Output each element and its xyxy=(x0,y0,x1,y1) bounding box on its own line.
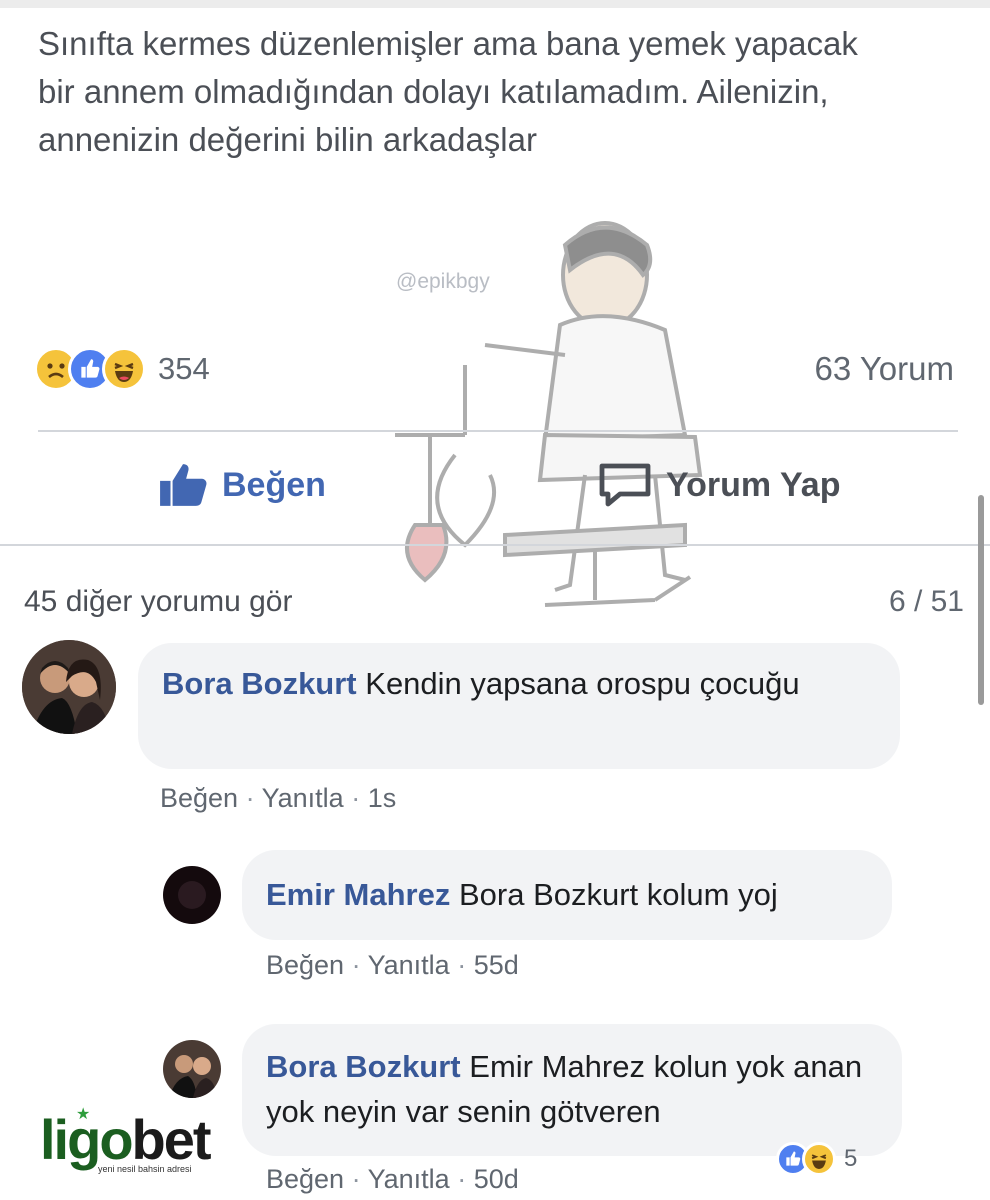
comment-pager: 6 / 51 xyxy=(888,585,964,618)
comment-like-link[interactable]: Beğen xyxy=(160,783,238,813)
divider-bottom xyxy=(0,544,990,546)
like-button[interactable]: Beğen xyxy=(158,462,326,508)
avatar[interactable] xyxy=(163,866,221,924)
comment-bubble[interactable]: Bora Bozkurt Emir Mahrez kolun yok anan … xyxy=(242,1024,902,1156)
comment-bubble[interactable]: Emir Mahrez Bora Bozkurt kolum yoj xyxy=(242,850,892,940)
comment-reply-link[interactable]: Yanıtla xyxy=(262,783,344,813)
avatar[interactable] xyxy=(163,1040,221,1098)
comment-time[interactable]: 1s xyxy=(368,783,397,813)
comment-text: Bora Bozkurt kolum yoj xyxy=(458,877,778,912)
comment-button[interactable]: Yorum Yap xyxy=(598,462,840,508)
thumbs-up-icon xyxy=(158,462,208,508)
comment-reaction-count: 5 xyxy=(844,1145,858,1172)
reaction-count: 354 xyxy=(158,351,210,386)
star-icon: ★ xyxy=(76,1106,91,1123)
facebook-post-screenshot: { "post": { "text": "Sınıfta kermes düze… xyxy=(0,0,990,1200)
avatar[interactable] xyxy=(22,640,116,734)
comment-actions: Beğen · Yanıtla · 55d xyxy=(266,950,519,980)
divider-top xyxy=(38,430,958,432)
reaction-summary[interactable]: 354 xyxy=(34,345,210,393)
comment-actions: Beğen · Yanıtla · 50d xyxy=(266,1164,519,1194)
comment-like-link[interactable]: Beğen xyxy=(266,950,344,980)
haha-reaction-icon xyxy=(102,347,146,391)
comment-button-label: Yorum Yap xyxy=(666,465,841,504)
comment-time[interactable]: 55d xyxy=(474,950,519,980)
comment-bubble-icon xyxy=(598,462,652,508)
like-button-label: Beğen xyxy=(222,465,326,504)
comment-time[interactable]: 50d xyxy=(474,1164,519,1194)
hookah-cartoon-illustration xyxy=(395,221,703,607)
comment-reply-link[interactable]: Yanıtla xyxy=(368,1164,450,1194)
comment-reply-link[interactable]: Yanıtla xyxy=(368,950,450,980)
ligobet-logo: ★ ligobet yeni nesil bahsin adresi xyxy=(40,1106,215,1174)
view-more-comments-link[interactable]: 45 diğer yorumu gör xyxy=(24,585,292,619)
comment-reaction-summary[interactable]: 5 xyxy=(776,1142,857,1176)
post-body: Sınıfta kermes düzenlemişler ama bana ye… xyxy=(38,25,858,158)
comment-bubble[interactable]: Bora Bozkurt Kendin yapsana orospu çocuğ… xyxy=(138,643,900,769)
top-edge xyxy=(0,0,990,8)
comment-actions: Beğen · Yanıtla · 1s xyxy=(160,783,397,813)
haha-reaction-icon xyxy=(802,1142,836,1176)
comment-text: Kendin yapsana orospu çocuğu xyxy=(365,666,800,701)
comment-author[interactable]: Bora Bozkurt xyxy=(162,666,357,701)
watermark: @epikbgy xyxy=(396,270,490,293)
comment-like-link[interactable]: Beğen xyxy=(266,1164,344,1194)
comment-author[interactable]: Emir Mahrez xyxy=(266,877,450,912)
comment-count-link[interactable]: 63 Yorum xyxy=(815,350,954,388)
comment-author[interactable]: Bora Bozkurt xyxy=(266,1049,461,1084)
scrollbar-thumb[interactable] xyxy=(978,495,984,705)
